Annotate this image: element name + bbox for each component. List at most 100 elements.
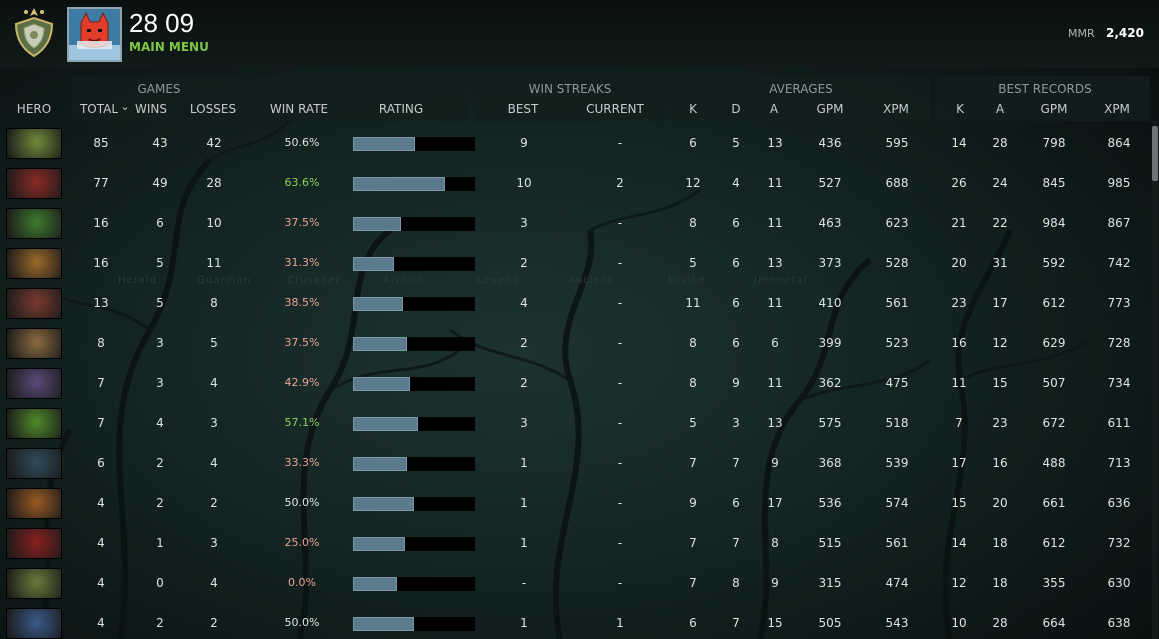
rating-bar	[353, 497, 475, 511]
best-kills: 15	[951, 496, 967, 510]
best-streak: 1	[520, 456, 528, 470]
avg-kills: 6	[689, 616, 697, 630]
avg-kills: 8	[689, 376, 697, 390]
losses: 2	[210, 496, 218, 510]
col-wins[interactable]: WINS	[133, 102, 169, 116]
avg-deaths: 6	[732, 296, 740, 310]
total-games: 6	[97, 456, 105, 470]
hero-portrait[interactable]	[6, 128, 62, 159]
total-games: 4	[97, 536, 105, 550]
hero-portrait[interactable]	[6, 168, 62, 199]
current-streak: -	[617, 256, 623, 270]
table-row[interactable]: 4 1 3 1 - 7 7 8 515 561 14 18 612 732 25.0%	[0, 524, 1150, 564]
rating-bar-fill	[353, 617, 414, 631]
best-streak: 1	[520, 536, 528, 550]
hero-portrait[interactable]	[6, 368, 62, 399]
col-best-streak[interactable]: BEST	[500, 102, 546, 116]
table-row[interactable]: 6 2 4 1 - 7 7 9 368 539 17 16 488 713 33.3%	[0, 444, 1150, 484]
avg-gpm: 515	[818, 536, 842, 550]
col-total[interactable]: TOTAL	[76, 102, 122, 116]
avg-assists: 17	[767, 496, 783, 510]
hero-portrait[interactable]	[6, 328, 62, 359]
current-streak: -	[617, 496, 623, 510]
table-row[interactable]: 13 5 8 4 - 11 6 11 410 561 23 17 612 773 38.5%	[0, 284, 1150, 324]
table-row[interactable]: 16 6 10 3 - 8 6 11 463 623 21 22 984 867 37.5%	[0, 204, 1150, 244]
col-hero[interactable]: HERO	[8, 102, 60, 116]
table-row[interactable]: 85 43 42 9 - 6 5 13 436 595 14 28 798 864 50.6%	[0, 124, 1150, 164]
best-kills: 10	[951, 616, 967, 630]
table-row[interactable]: 4 0 4 - - 7 8 9 315 474 12 18 355 630 0.0%	[0, 564, 1150, 604]
avg-gpm: 536	[818, 496, 842, 510]
col-best-xpm[interactable]: XPM	[1099, 102, 1135, 116]
best-kills: 23	[951, 296, 967, 310]
losses: 4	[210, 456, 218, 470]
col-best-kills[interactable]: K	[950, 102, 970, 116]
avg-kills: 8	[689, 216, 697, 230]
red-cat-avatar-icon	[69, 9, 120, 60]
hero-portrait[interactable]	[6, 448, 62, 479]
hero-portrait[interactable]	[6, 488, 62, 519]
wins: 3	[156, 376, 164, 390]
col-current-streak[interactable]: CURRENT	[584, 102, 646, 116]
hero-portrait[interactable]	[6, 408, 62, 439]
col-losses[interactable]: LOSSES	[188, 102, 238, 116]
best-streak: 1	[520, 616, 528, 630]
rating-bar	[353, 257, 475, 271]
hero-portrait[interactable]	[6, 568, 62, 599]
guardian-medal-icon[interactable]	[12, 6, 56, 58]
avg-assists: 6	[771, 336, 779, 350]
table-row[interactable]: 4 2 2 1 - 9 6 17 536 574 15 20 661 636 50.0%	[0, 484, 1150, 524]
col-avg-deaths[interactable]: D	[726, 102, 746, 116]
wins: 5	[156, 296, 164, 310]
best-xpm: 867	[1107, 216, 1131, 230]
avg-deaths: 8	[732, 576, 740, 590]
losses: 3	[210, 416, 218, 430]
best-kills: 14	[951, 136, 967, 150]
main-menu-button[interactable]: MAIN MENU	[129, 40, 209, 54]
avg-gpm: 575	[818, 416, 842, 430]
col-win-rate[interactable]: WIN RATE	[266, 102, 332, 116]
avatar[interactable]	[67, 7, 122, 62]
avg-assists: 11	[767, 216, 783, 230]
col-best-assists[interactable]: A	[990, 102, 1010, 116]
hero-portrait[interactable]	[6, 608, 62, 639]
losses: 8	[210, 296, 218, 310]
current-streak: -	[617, 456, 623, 470]
col-best-gpm[interactable]: GPM	[1036, 102, 1072, 116]
table-row[interactable]: 7 4 3 3 - 5 3 13 575 518 7 23 672 611 57.1%	[0, 404, 1150, 444]
avg-kills: 7	[689, 536, 697, 550]
col-avg-gpm[interactable]: GPM	[812, 102, 848, 116]
avg-kills: 6	[689, 136, 697, 150]
avg-deaths: 7	[732, 536, 740, 550]
best-assists: 28	[992, 616, 1008, 630]
avg-xpm: 561	[885, 296, 909, 310]
col-rating[interactable]: RATING	[370, 102, 432, 116]
col-avg-kills[interactable]: K	[683, 102, 703, 116]
avg-xpm: 595	[885, 136, 909, 150]
col-avg-xpm[interactable]: XPM	[878, 102, 914, 116]
scrollbar-thumb[interactable]	[1152, 126, 1158, 181]
avg-xpm: 475	[885, 376, 909, 390]
avg-gpm: 362	[818, 376, 842, 390]
total-games: 8	[97, 336, 105, 350]
best-xpm: 728	[1107, 336, 1131, 350]
wins: 49	[152, 176, 168, 190]
hero-portrait[interactable]	[6, 208, 62, 239]
chevron-down-icon[interactable]: ⌄	[119, 100, 131, 113]
table-row[interactable]: 16 5 11 2 - 5 6 13 373 528 20 31 592 742 31.3%	[0, 244, 1150, 284]
hero-portrait[interactable]	[6, 528, 62, 559]
wins: 5	[156, 256, 164, 270]
table-row[interactable]: 4 2 2 1 1 6 7 15 505 543 10 28 664 638 50.0%	[0, 604, 1150, 639]
table-row[interactable]: 7 3 4 2-8 9 11 362 475 11 15 507 734 42.9%	[0, 364, 1150, 404]
hero-portrait[interactable]	[6, 288, 62, 319]
table-row[interactable]: 77 49 28 10 2 12 4 11 527 688 26 24 845 985 63.6%	[0, 164, 1150, 204]
win-rate: 0.0%	[288, 576, 316, 589]
scrollbar[interactable]	[1152, 121, 1158, 639]
col-avg-assists[interactable]: A	[764, 102, 784, 116]
hero-portrait[interactable]	[6, 248, 62, 279]
best-streak: 9	[520, 136, 528, 150]
avg-gpm: 527	[818, 176, 842, 190]
group-averages: AVERAGES	[769, 82, 833, 96]
table-row[interactable]: 8 3 5 2 - 8 6 6 399 523 16 12 629 728 37.5%	[0, 324, 1150, 364]
best-assists: 24	[992, 176, 1008, 190]
